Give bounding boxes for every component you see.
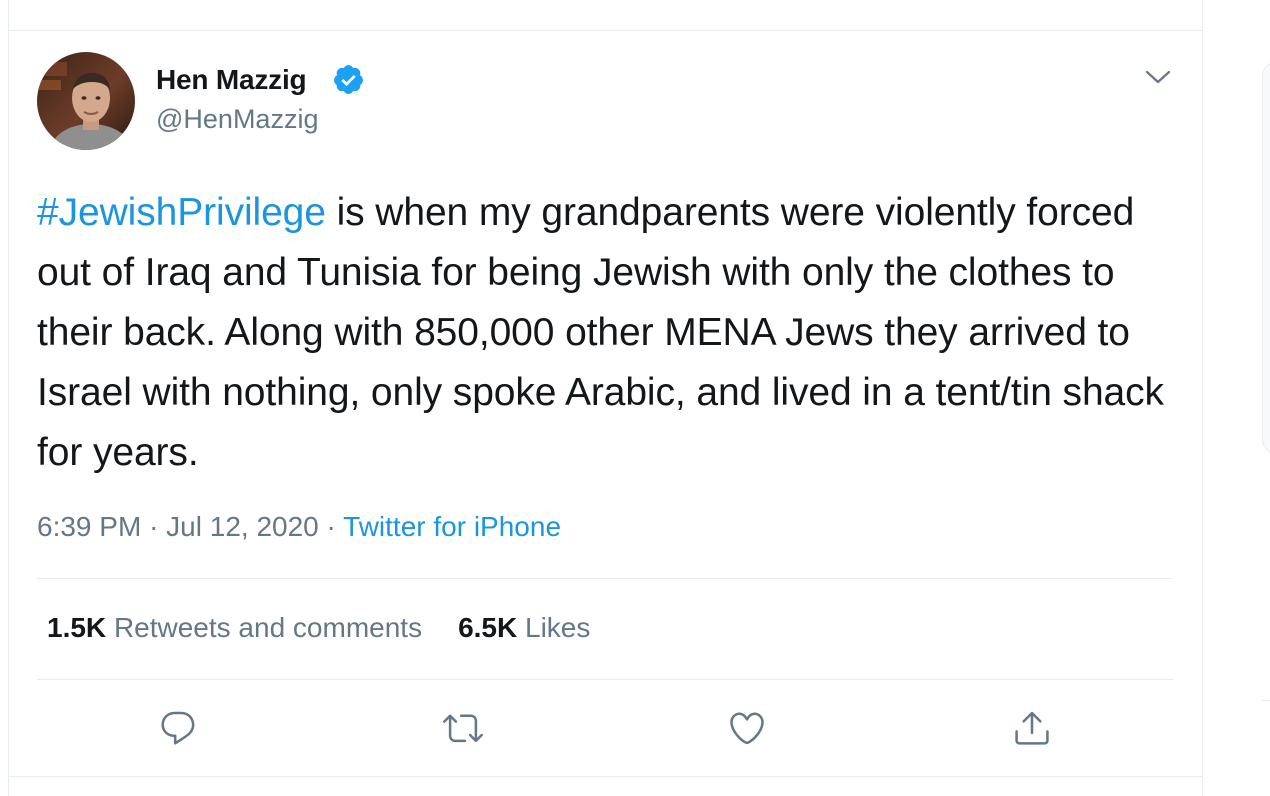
divider <box>37 679 1173 680</box>
author-name[interactable]: Hen Mazzig <box>156 64 307 96</box>
retweet-button[interactable] <box>443 708 483 748</box>
share-button[interactable] <box>1012 708 1052 748</box>
like-button[interactable] <box>727 708 767 748</box>
likes-stat[interactable]: 6.5K Likes <box>458 612 590 644</box>
divider <box>37 578 1173 579</box>
tweet-time[interactable]: 6:39 PM <box>37 511 141 542</box>
reply-icon <box>161 711 195 745</box>
meta-separator: · <box>149 511 159 542</box>
chevron-down-icon[interactable] <box>1143 62 1173 92</box>
column-border-right <box>1202 0 1203 796</box>
retweets-count: 1.5K <box>47 612 107 643</box>
avatar[interactable] <box>37 52 135 150</box>
meta-separator: · <box>326 511 336 542</box>
tweet-meta: 6:39 PM · Jul 12, 2020 · Twitter for iPh… <box>37 511 561 543</box>
reply-button[interactable] <box>158 708 198 748</box>
hashtag-link[interactable]: #JewishPrivilege <box>37 191 326 234</box>
author-handle[interactable]: @HenMazzig <box>156 104 318 135</box>
likes-count: 6.5K <box>458 612 518 643</box>
tweet-stats: 1.5K Retweets and comments 6.5K Likes <box>47 612 590 644</box>
column-border-left <box>8 0 9 796</box>
retweet-icon <box>443 714 483 743</box>
tweet-source[interactable]: Twitter for iPhone <box>343 511 561 542</box>
right-sidebar-divider <box>1262 700 1270 701</box>
tweet-text: #JewishPrivilege is when my grandparents… <box>37 183 1187 483</box>
tweet-date[interactable]: Jul 12, 2020 <box>166 511 319 542</box>
verified-badge-icon <box>334 65 363 94</box>
likes-label: Likes <box>525 612 591 643</box>
retweets-stat[interactable]: 1.5K Retweets and comments <box>47 612 422 644</box>
like-icon <box>730 712 764 745</box>
bottom-divider <box>8 776 1203 777</box>
retweets-label: Retweets and comments <box>113 612 423 643</box>
share-icon <box>1015 711 1049 745</box>
top-divider <box>8 30 1203 31</box>
right-sidebar-panel <box>1262 62 1270 454</box>
tweet-page: Hen Mazzig @HenMazzig #JewishPrivilege i… <box>0 0 1270 796</box>
